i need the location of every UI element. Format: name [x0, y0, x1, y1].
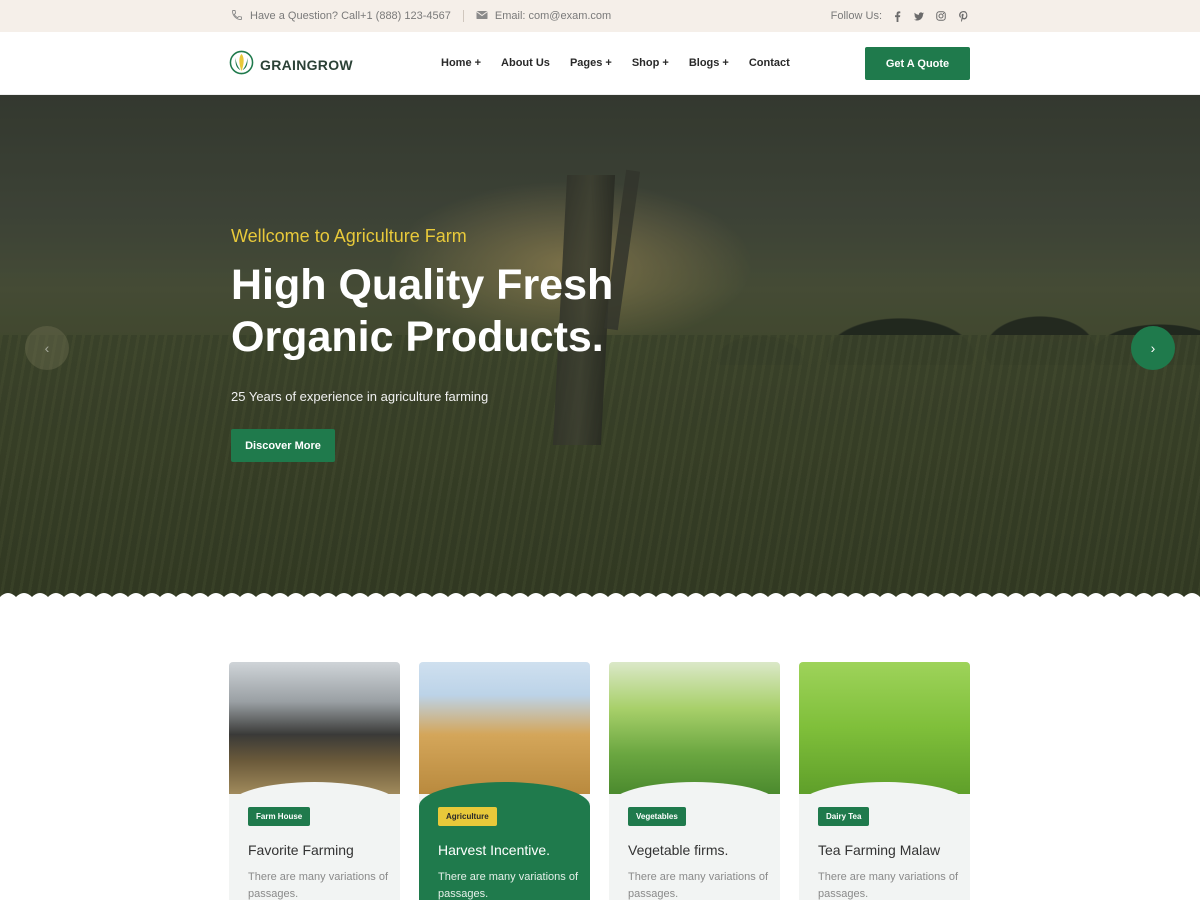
- chevron-left-icon: ‹: [44, 340, 50, 356]
- divider: [462, 10, 464, 22]
- instagram-icon[interactable]: [936, 11, 946, 21]
- hero-subtitle: Wellcome to Agriculture Farm: [231, 226, 467, 246]
- card-title[interactable]: Harvest Incentive.: [438, 842, 550, 858]
- card-description: There are many variations of passages.: [818, 871, 959, 900]
- email-contact[interactable]: Email: com@exam.com: [476, 10, 611, 23]
- card-image-tea-field: [799, 662, 970, 794]
- card-image-vegetables: [609, 662, 780, 794]
- discover-more-button[interactable]: Discover More: [231, 429, 335, 462]
- hero-title: High Quality Fresh Organic Products.: [231, 259, 613, 363]
- get-a-quote-button[interactable]: Get A Quote: [865, 47, 970, 80]
- twitter-icon[interactable]: [914, 11, 924, 21]
- hero-slider: Wellcome to Agriculture Farm High Qualit…: [0, 95, 1200, 605]
- pinterest-icon[interactable]: [958, 10, 968, 22]
- follow-label: Follow Us:: [830, 10, 882, 22]
- nav-pages[interactable]: Pages +: [570, 57, 612, 69]
- main-header: GRAINGROW Home + About Us Pages + Shop +…: [0, 32, 1200, 95]
- card-title[interactable]: Tea Farming Malaw: [818, 842, 940, 858]
- logo-text: GRAINGROW: [260, 57, 353, 73]
- card-image-harvest: [419, 662, 590, 794]
- hero-title-line: Organic Products.: [231, 313, 604, 361]
- service-cards: Farm House Favorite Farming There are ma…: [229, 662, 970, 900]
- envelope-icon: [476, 10, 488, 23]
- nav-blogs[interactable]: Blogs +: [689, 57, 729, 69]
- nav-shop[interactable]: Shop +: [632, 57, 669, 69]
- nav-contact[interactable]: Contact: [749, 57, 790, 69]
- service-card[interactable]: Farm House Favorite Farming There are ma…: [229, 662, 400, 900]
- card-title[interactable]: Favorite Farming: [248, 842, 354, 858]
- hero-content: Wellcome to Agriculture Farm High Qualit…: [231, 226, 613, 404]
- card-description: There are many variations of passages.: [438, 871, 579, 900]
- phone-contact[interactable]: Have a Question? Call+1 (888) 123-4567: [231, 9, 451, 24]
- email-text: Email: com@exam.com: [494, 10, 612, 22]
- chevron-right-icon: ›: [1150, 340, 1156, 356]
- card-tag[interactable]: Farm House: [248, 807, 311, 826]
- card-tag[interactable]: Vegetables: [628, 807, 686, 826]
- card-title[interactable]: Vegetable firms.: [628, 842, 728, 858]
- top-bar: Have a Question? Call+1 (888) 123-4567 E…: [0, 0, 1200, 32]
- facebook-icon[interactable]: [892, 10, 902, 22]
- card-tag[interactable]: Agriculture: [438, 807, 497, 826]
- hero-wave-divider: [0, 593, 1200, 605]
- hero-title-line: High Quality Fresh: [231, 261, 614, 309]
- card-image-cow-barn: [229, 662, 400, 794]
- card-description: There are many variations of passages.: [248, 871, 389, 900]
- social-links: [892, 10, 968, 22]
- logo[interactable]: GRAINGROW: [229, 50, 353, 80]
- nav-about-us[interactable]: About Us: [501, 57, 550, 69]
- card-description: There are many variations of passages.: [628, 871, 769, 900]
- hero-description: 25 Years of experience in agriculture fa…: [231, 389, 489, 404]
- service-card[interactable]: Agriculture Harvest Incentive. There are…: [419, 662, 590, 900]
- grain-logo-icon: [229, 50, 254, 80]
- phone-icon: [231, 9, 243, 24]
- phone-text: Have a Question? Call+1 (888) 123-4567: [250, 10, 451, 22]
- slider-prev-button[interactable]: ‹: [25, 326, 69, 370]
- card-tag[interactable]: Dairy Tea: [818, 807, 870, 826]
- nav-home[interactable]: Home +: [441, 57, 481, 69]
- slider-next-button[interactable]: ›: [1131, 326, 1175, 370]
- main-nav: Home + About Us Pages + Shop + Blogs + C…: [441, 32, 790, 94]
- service-card[interactable]: Dairy Tea Tea Farming Malaw There are ma…: [799, 662, 970, 900]
- service-card[interactable]: Vegetables Vegetable firms. There are ma…: [609, 662, 780, 900]
